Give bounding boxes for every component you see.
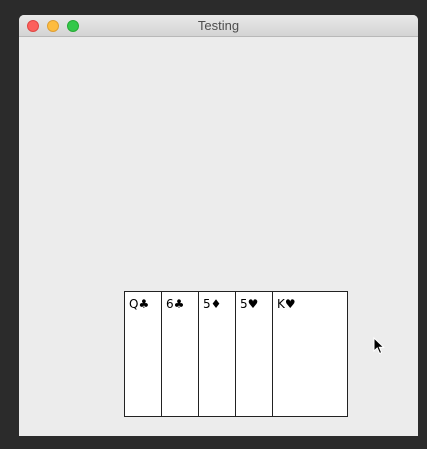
playing-card[interactable]: K♥: [272, 291, 348, 417]
arrow-pointer-icon: [373, 337, 385, 355]
playing-card[interactable]: 6♣: [161, 291, 199, 417]
playing-card[interactable]: Q♣: [124, 291, 162, 417]
window-title: Testing: [197, 18, 240, 33]
card-label: 5♦: [203, 297, 222, 311]
card-label: K♥: [277, 297, 296, 311]
app-window: Testing Q♣ 6♣ 5♦ 5♥ K♥: [19, 15, 418, 436]
content-area: Q♣ 6♣ 5♦ 5♥ K♥: [19, 37, 418, 436]
card-label: 5♥: [240, 297, 259, 311]
card-label: 6♣: [166, 297, 185, 311]
playing-card[interactable]: 5♦: [198, 291, 236, 417]
card-label: Q♣: [129, 297, 150, 311]
playing-card[interactable]: 5♥: [235, 291, 273, 417]
title-bar[interactable]: Testing: [19, 15, 418, 37]
